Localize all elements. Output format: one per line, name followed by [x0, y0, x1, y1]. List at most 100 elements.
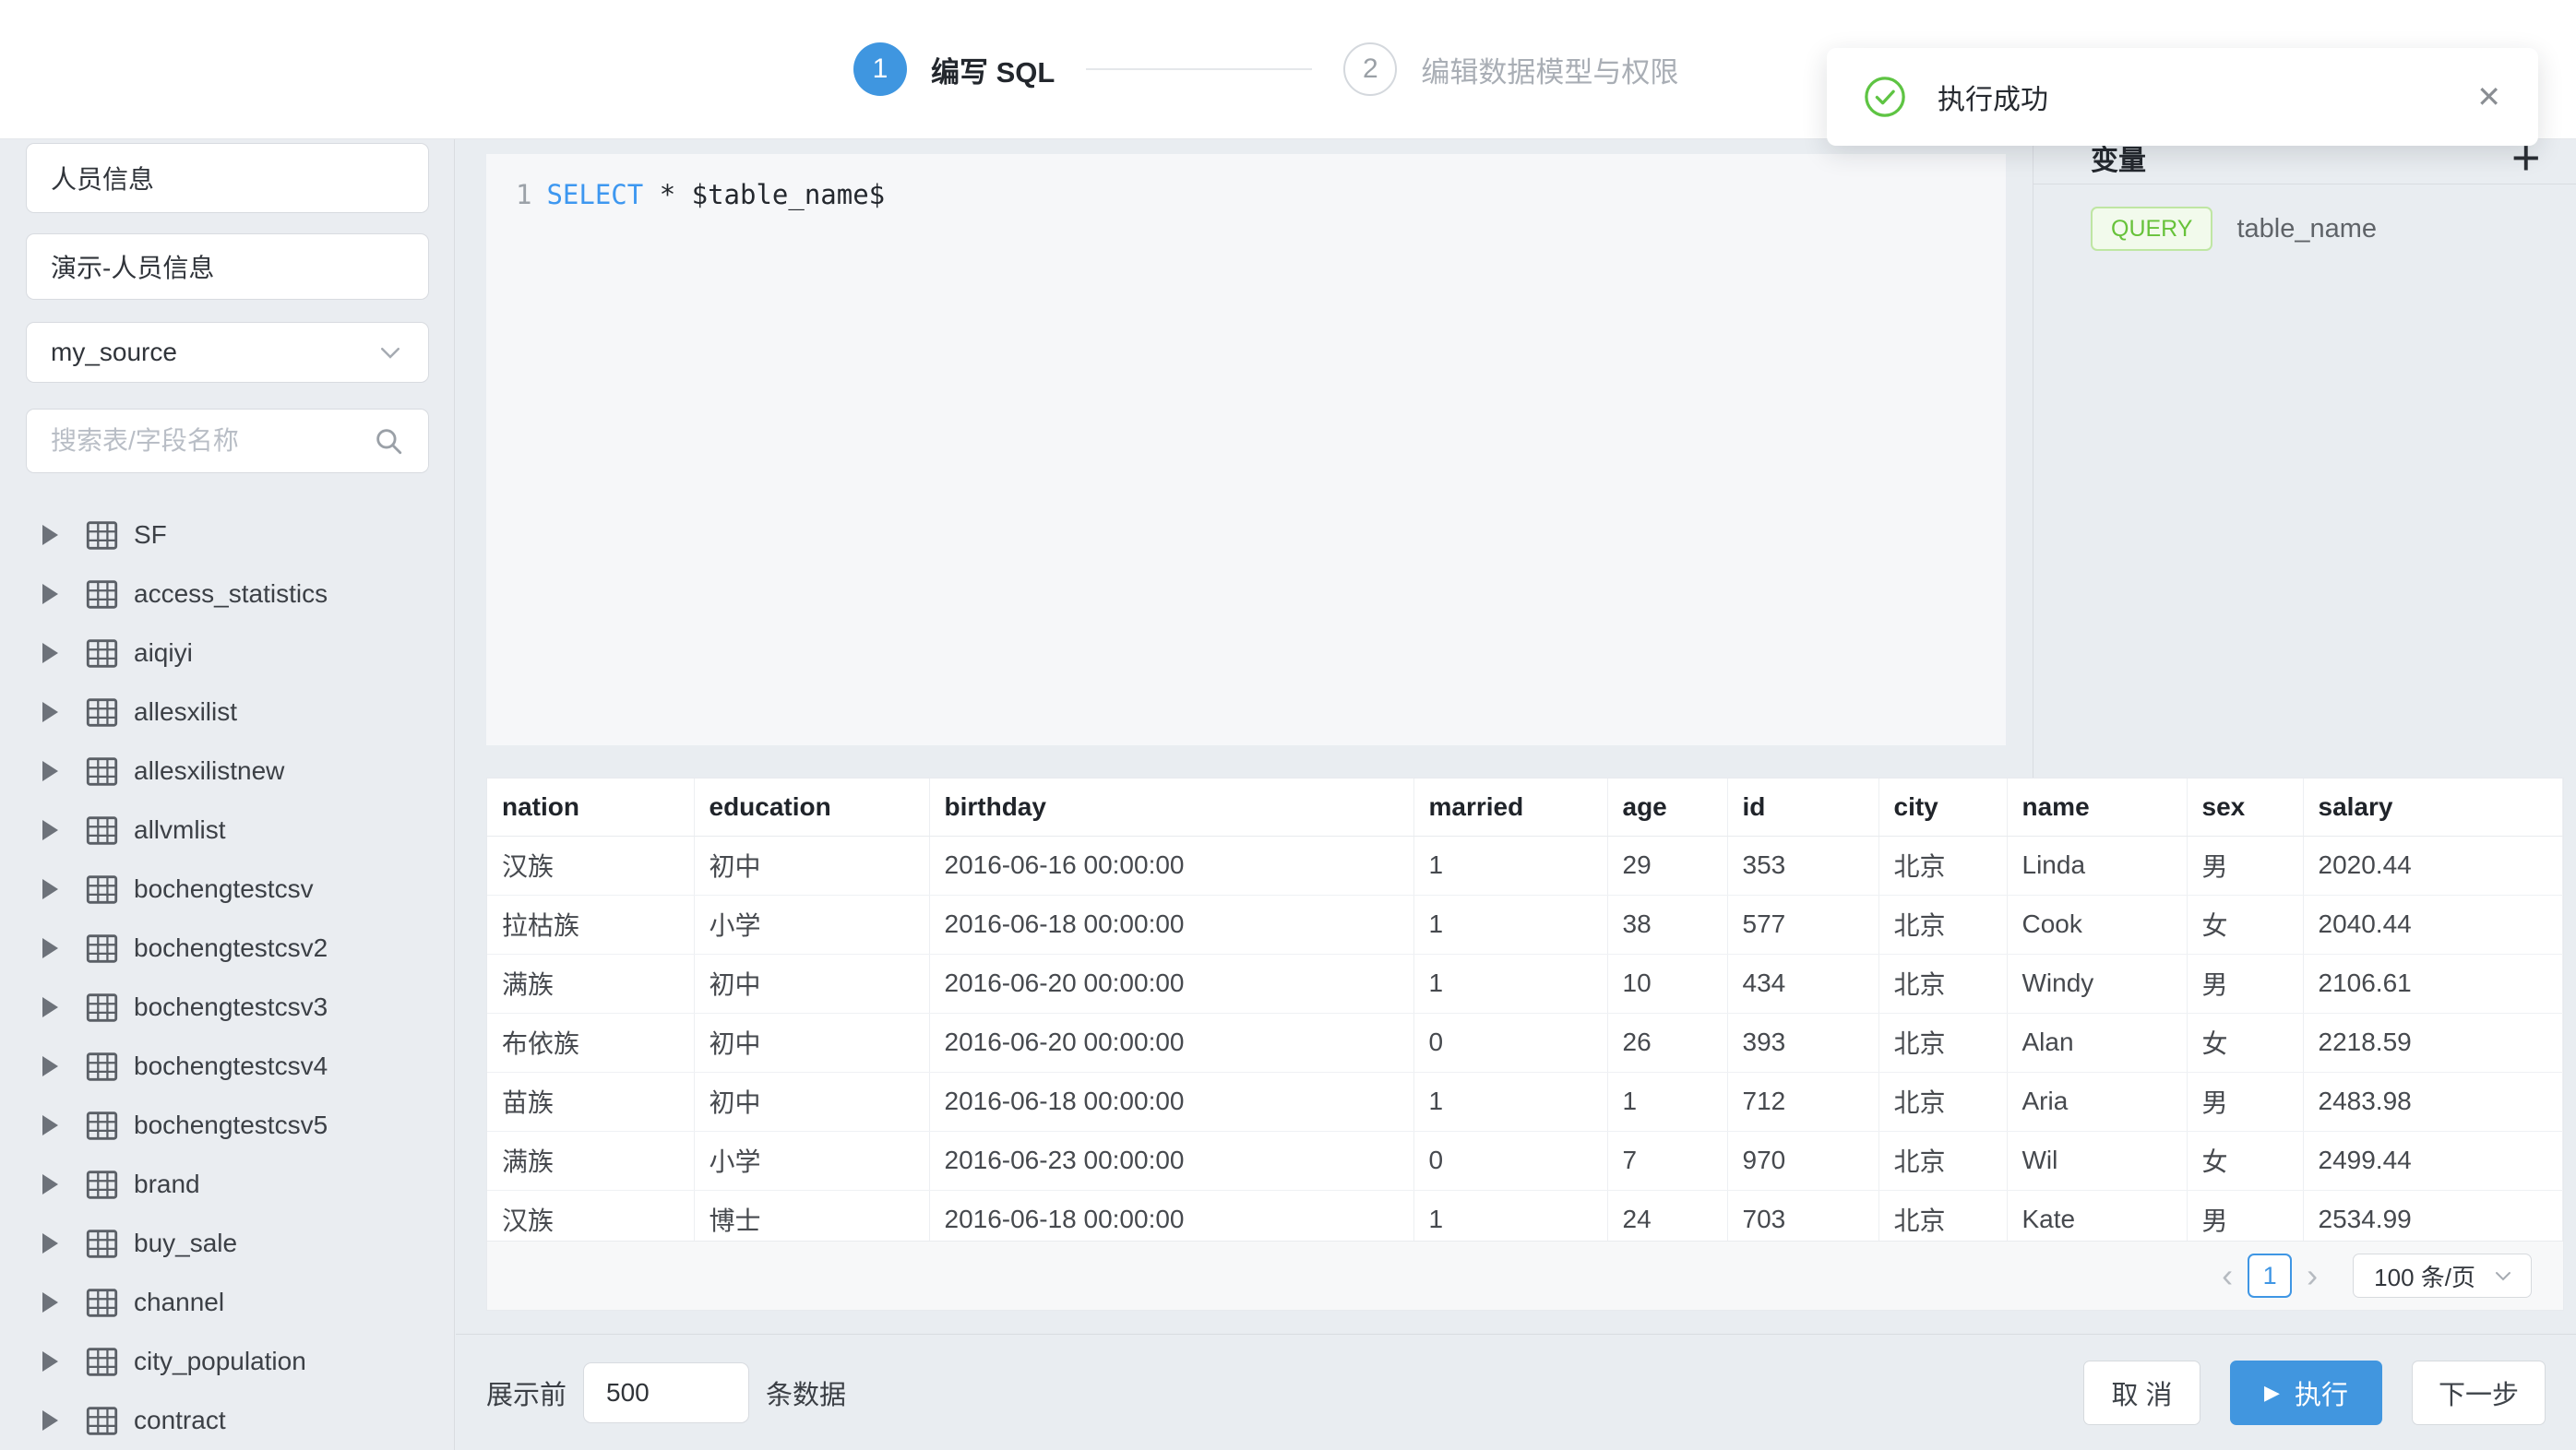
table-grid-icon — [86, 1230, 118, 1258]
caret-right-icon[interactable] — [42, 1410, 58, 1431]
table-cell: 北京 — [1878, 836, 2007, 895]
search-input[interactable] — [51, 410, 373, 472]
table-body: 汉族初中2016-06-16 00:00:00129353北京Linda男202… — [487, 836, 2563, 1249]
table-name-label: bochengtestcsv4 — [134, 1052, 328, 1081]
sidebar-table-item[interactable]: allvmlist — [0, 801, 454, 860]
sidebar-table-item[interactable]: bochengtestcsv2 — [0, 919, 454, 978]
table-cell: 2106.61 — [2303, 954, 2563, 1013]
next-page-button[interactable]: › — [2307, 1256, 2318, 1295]
sidebar-table-item[interactable]: bochengtestcsv4 — [0, 1037, 454, 1096]
caret-right-icon[interactable] — [42, 1115, 58, 1135]
search-icon — [373, 425, 404, 457]
table-cell: 29 — [1607, 836, 1727, 895]
caret-right-icon[interactable] — [42, 1292, 58, 1313]
table-cell: 434 — [1727, 954, 1878, 1013]
page-size-select[interactable]: 100 条/页 — [2353, 1254, 2532, 1298]
table-name-label: bochengtestcsv3 — [134, 992, 328, 1022]
table-cell: 女 — [2187, 895, 2303, 954]
sidebar-table-item[interactable]: bochengtestcsv — [0, 860, 454, 919]
table-cell: 2016-06-20 00:00:00 — [929, 954, 1413, 1013]
table-cell: 2016-06-20 00:00:00 — [929, 1013, 1413, 1072]
caret-right-icon[interactable] — [42, 879, 58, 899]
table-cell: 1 — [1413, 954, 1607, 1013]
next-step-button[interactable]: 下一步 — [2412, 1361, 2546, 1425]
table-row: 布依族初中2016-06-20 00:00:00026393北京Alan女221… — [487, 1013, 2563, 1072]
table-cell: 初中 — [694, 836, 929, 895]
cancel-button[interactable]: 取 消 — [2083, 1361, 2200, 1425]
sidebar-table-item[interactable]: allesxilistnew — [0, 742, 454, 801]
sidebar-table-item[interactable]: allesxilist — [0, 683, 454, 742]
table-grid-icon — [86, 698, 118, 727]
page-size-value: 100 条/页 — [2374, 1259, 2475, 1293]
table-name-label: allesxilistnew — [134, 756, 284, 786]
table-grid-icon — [86, 934, 118, 963]
caret-right-icon[interactable] — [42, 1056, 58, 1076]
row-limit-input[interactable] — [583, 1362, 749, 1423]
table-cell: Cook — [2007, 895, 2187, 954]
caret-right-icon[interactable] — [42, 702, 58, 722]
sidebar-table-item[interactable]: brand — [0, 1155, 454, 1214]
caret-right-icon[interactable] — [42, 938, 58, 958]
sidebar-table-item[interactable]: aiqiyi — [0, 624, 454, 683]
table-cell: 2016-06-16 00:00:00 — [929, 836, 1413, 895]
table-row: 满族初中2016-06-20 00:00:00110434北京Windy男210… — [487, 954, 2563, 1013]
table-cell: 北京 — [1878, 954, 2007, 1013]
table-cell: 10 — [1607, 954, 1727, 1013]
step-1-label: 编写 SQL — [931, 49, 1055, 90]
caret-right-icon[interactable] — [42, 1351, 58, 1372]
column-header: name — [2007, 778, 2187, 836]
step-2-label: 编辑数据模型与权限 — [1421, 49, 1678, 90]
table-cell: 1 — [1413, 895, 1607, 954]
check-circle-icon — [1864, 76, 1906, 118]
bottom-action-bar: 展示前 条数据 取 消 ▶ 执行 下一步 — [486, 1335, 2576, 1450]
table-row: 满族小学2016-06-23 00:00:0007970北京Wil女2499.4… — [487, 1131, 2563, 1190]
caret-right-icon[interactable] — [42, 525, 58, 545]
table-cell: Aria — [2007, 1072, 2187, 1131]
table-cell: 拉枯族 — [487, 895, 694, 954]
table-cell: 577 — [1727, 895, 1878, 954]
current-page-button[interactable]: 1 — [2248, 1254, 2292, 1298]
table-name-label: bochengtestcsv2 — [134, 933, 328, 963]
table-name-label: buy_sale — [134, 1229, 237, 1258]
sidebar-table-item[interactable]: city_population — [0, 1332, 454, 1391]
caret-right-icon[interactable] — [42, 820, 58, 840]
datasource-value: my_source — [51, 338, 376, 367]
close-icon[interactable]: ✕ — [2476, 79, 2501, 114]
table-cell: 1 — [1413, 836, 1607, 895]
sql-editor[interactable]: 1 SELECT * $table_name$ — [486, 154, 2006, 745]
table-name-label: city_population — [134, 1347, 306, 1376]
run-button[interactable]: ▶ 执行 — [2230, 1361, 2382, 1425]
results-table: nationeducationbirthdaymarriedageidcityn… — [487, 778, 2563, 1250]
dataset-name-input[interactable] — [51, 144, 404, 212]
sidebar-table-item[interactable]: buy_sale — [0, 1214, 454, 1273]
table-name-label: access_statistics — [134, 579, 328, 609]
caret-right-icon[interactable] — [42, 997, 58, 1017]
table-grid-icon — [86, 816, 118, 845]
table-footer: ‹ 1 › 100 条/页 — [487, 1241, 2563, 1310]
sidebar-table-item[interactable]: access_statistics — [0, 565, 454, 624]
caret-right-icon[interactable] — [42, 584, 58, 604]
caret-right-icon[interactable] — [42, 643, 58, 663]
sidebar-table-item[interactable]: contract — [0, 1391, 454, 1450]
table-cell: 小学 — [694, 1131, 929, 1190]
table-name-label: channel — [134, 1288, 224, 1317]
sql-text: * $table_name$ — [643, 174, 885, 215]
sidebar-table-item[interactable]: bochengtestcsv5 — [0, 1096, 454, 1155]
table-cell: 393 — [1727, 1013, 1878, 1072]
sidebar-table-item[interactable]: bochengtestcsv3 — [0, 978, 454, 1037]
dataset-desc-input[interactable] — [51, 234, 404, 299]
datasource-select[interactable]: my_source — [26, 322, 429, 383]
table-grid-icon — [86, 1052, 118, 1081]
caret-right-icon[interactable] — [42, 1174, 58, 1194]
sidebar-table-item[interactable]: channel — [0, 1273, 454, 1332]
caret-right-icon[interactable] — [42, 761, 58, 781]
table-cell: 女 — [2187, 1131, 2303, 1190]
table-name-label: contract — [134, 1406, 226, 1435]
table-grid-icon — [86, 1407, 118, 1435]
table-cell: 2483.98 — [2303, 1072, 2563, 1131]
table-grid-icon — [86, 993, 118, 1022]
prev-page-button[interactable]: ‹ — [2222, 1256, 2233, 1295]
table-cell: 2016-06-18 00:00:00 — [929, 895, 1413, 954]
sidebar-table-item[interactable]: SF — [0, 505, 454, 565]
caret-right-icon[interactable] — [42, 1233, 58, 1254]
